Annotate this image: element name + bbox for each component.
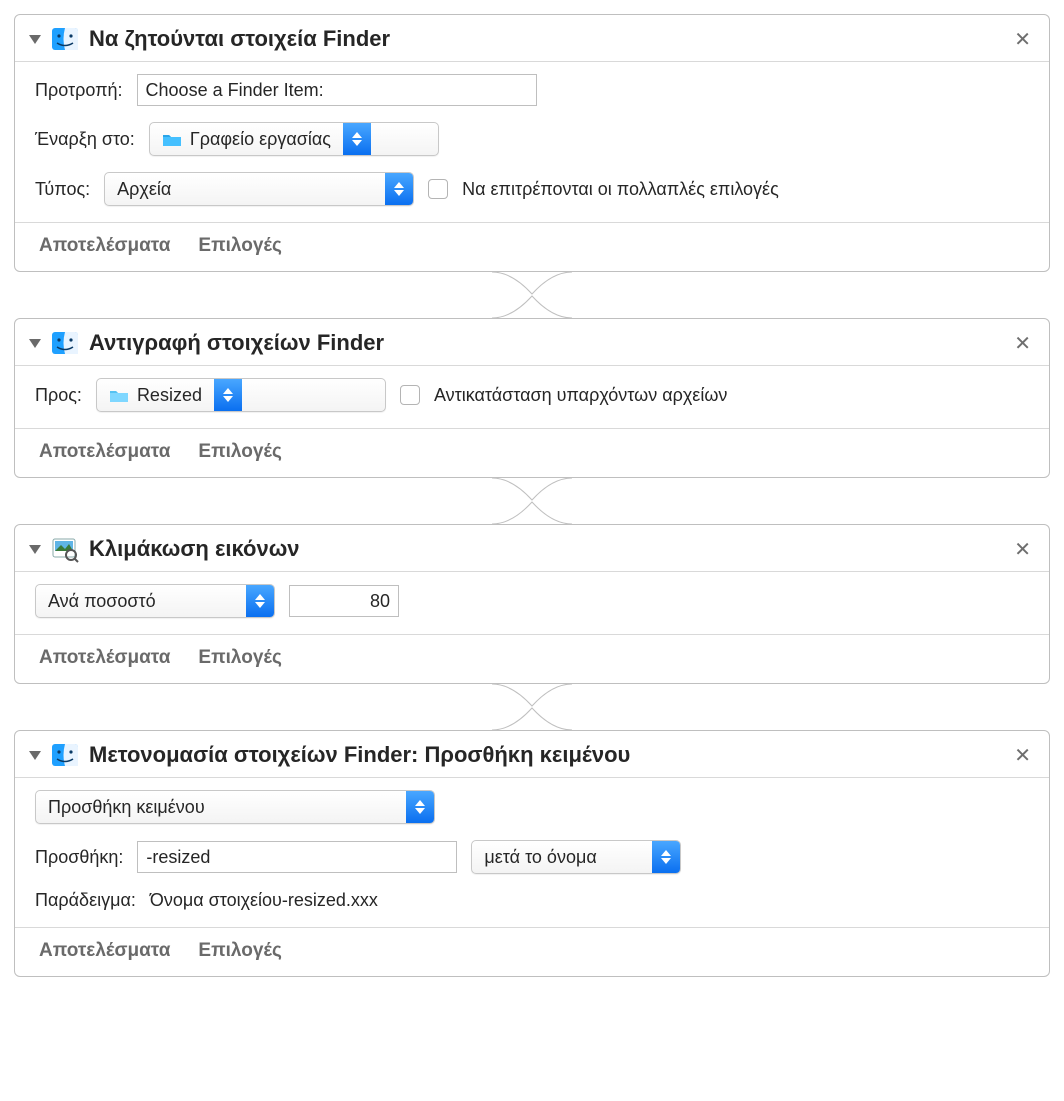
stepper-icon <box>652 841 680 873</box>
rename-mode-value: Προσθήκη κειμένου <box>48 797 205 818</box>
folder-icon <box>162 132 182 147</box>
example-value: Όνομα στοιχείου-resized.xxx <box>150 890 378 911</box>
close-icon[interactable]: ✕ <box>1010 743 1035 768</box>
action-header: Μετονομασία στοιχείων Finder: Προσθήκη κ… <box>15 731 1049 778</box>
type-popup[interactable]: Αρχεία <box>104 172 414 206</box>
close-icon[interactable]: ✕ <box>1010 537 1035 562</box>
start-location-value: Γραφείο εργασίας <box>190 129 331 150</box>
allow-multiple-checkbox[interactable] <box>428 179 448 199</box>
finder-icon <box>51 741 79 769</box>
position-value: μετά το όνομα <box>484 847 596 868</box>
folder-icon <box>109 388 129 403</box>
destination-value: Resized <box>137 385 202 406</box>
scale-mode-popup[interactable]: Ανά ποσοστό <box>35 584 275 618</box>
allow-multiple-label: Να επιτρέπονται οι πολλαπλές επιλογές <box>462 179 779 200</box>
rename-mode-popup[interactable]: Προσθήκη κειμένου <box>35 790 435 824</box>
disclosure-triangle-icon[interactable] <box>29 545 41 554</box>
stepper-icon <box>246 585 274 617</box>
disclosure-triangle-icon[interactable] <box>29 339 41 348</box>
stepper-icon <box>343 123 371 155</box>
stepper-icon <box>406 791 434 823</box>
action-title: Αντιγραφή στοιχείων Finder <box>89 330 1000 356</box>
action-footer: Αποτελέσματα Επιλογές <box>15 222 1049 271</box>
action-scale-images: Κλιμάκωση εικόνων ✕ Ανά ποσοστό Αποτελέσ… <box>14 524 1050 684</box>
connector-icon <box>14 272 1050 318</box>
scale-value-input[interactable] <box>289 585 399 617</box>
options-button[interactable]: Επιλογές <box>198 647 281 669</box>
add-label: Προσθήκη: <box>35 847 123 868</box>
action-header: Αντιγραφή στοιχείων Finder ✕ <box>15 319 1049 366</box>
finder-icon <box>51 329 79 357</box>
position-popup[interactable]: μετά το όνομα <box>471 840 681 874</box>
prompt-label: Προτροπή: <box>35 80 123 101</box>
disclosure-triangle-icon[interactable] <box>29 751 41 760</box>
action-header: Να ζητούνται στοιχεία Finder ✕ <box>15 15 1049 62</box>
results-button[interactable]: Αποτελέσματα <box>39 647 170 669</box>
action-footer: Αποτελέσματα Επιλογές <box>15 428 1049 477</box>
start-location-popup[interactable]: Γραφείο εργασίας <box>149 122 439 156</box>
stepper-icon <box>214 379 242 411</box>
destination-popup[interactable]: Resized <box>96 378 386 412</box>
close-icon[interactable]: ✕ <box>1010 27 1035 52</box>
results-button[interactable]: Αποτελέσματα <box>39 940 170 962</box>
results-button[interactable]: Αποτελέσματα <box>39 441 170 463</box>
action-header: Κλιμάκωση εικόνων ✕ <box>15 525 1049 572</box>
replace-existing-label: Αντικατάσταση υπαρχόντων αρχείων <box>434 385 727 406</box>
prompt-input[interactable] <box>137 74 537 106</box>
connector-icon <box>14 684 1050 730</box>
connector-icon <box>14 478 1050 524</box>
action-title: Να ζητούνται στοιχεία Finder <box>89 26 1000 52</box>
close-icon[interactable]: ✕ <box>1010 331 1035 356</box>
to-label: Προς: <box>35 385 82 406</box>
action-footer: Αποτελέσματα Επιλογές <box>15 634 1049 683</box>
type-value: Αρχεία <box>117 179 171 200</box>
action-copy-finder-items: Αντιγραφή στοιχείων Finder ✕ Προς: Resiz… <box>14 318 1050 478</box>
scale-mode-value: Ανά ποσοστό <box>48 591 156 612</box>
action-footer: Αποτελέσματα Επιλογές <box>15 927 1049 976</box>
action-rename-finder-items: Μετονομασία στοιχείων Finder: Προσθήκη κ… <box>14 730 1050 977</box>
stepper-icon <box>385 173 413 205</box>
replace-existing-checkbox[interactable] <box>400 385 420 405</box>
action-ask-finder-items: Να ζητούνται στοιχεία Finder ✕ Προτροπή:… <box>14 14 1050 272</box>
finder-icon <box>51 25 79 53</box>
options-button[interactable]: Επιλογές <box>198 441 281 463</box>
example-label: Παράδειγμα: <box>35 890 136 911</box>
disclosure-triangle-icon[interactable] <box>29 35 41 44</box>
options-button[interactable]: Επιλογές <box>198 235 281 257</box>
action-title: Κλιμάκωση εικόνων <box>89 536 1000 562</box>
add-text-input[interactable] <box>137 841 457 873</box>
start-label: Έναρξη στο: <box>35 129 135 150</box>
action-title: Μετονομασία στοιχείων Finder: Προσθήκη κ… <box>89 742 1000 768</box>
options-button[interactable]: Επιλογές <box>198 940 281 962</box>
results-button[interactable]: Αποτελέσματα <box>39 235 170 257</box>
type-label: Τύπος: <box>35 179 90 200</box>
preview-icon <box>51 535 79 563</box>
